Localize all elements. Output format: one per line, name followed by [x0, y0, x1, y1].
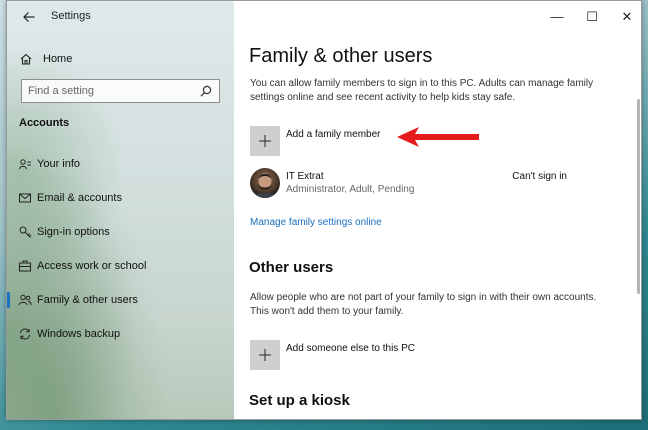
sidebar-item-access-work[interactable]: Access work or school — [7, 252, 234, 280]
sidebar-item-sign-in-options[interactable]: Sign-in options — [7, 218, 234, 246]
person-card-icon — [7, 157, 37, 171]
sidebar-item-windows-backup[interactable]: Windows backup — [7, 320, 234, 348]
envelope-icon — [7, 191, 37, 205]
kiosk-heading: Set up a kiosk — [249, 392, 350, 409]
annotation-arrow-icon — [397, 127, 479, 147]
search-icon[interactable] — [199, 84, 213, 98]
sidebar-item-label: Your info — [37, 158, 81, 170]
maximize-button[interactable]: ☐ — [576, 1, 608, 33]
avatar[interactable] — [250, 168, 280, 198]
people-icon — [7, 293, 37, 307]
family-member-name[interactable]: IT Extrat — [286, 171, 324, 182]
main-content: Family & other users You can allow famil… — [234, 1, 641, 419]
add-someone-else-label[interactable]: Add someone else to this PC — [286, 343, 415, 354]
add-someone-else-button[interactable] — [250, 340, 280, 370]
window-title: Settings — [51, 10, 91, 22]
other-users-heading: Other users — [249, 259, 334, 276]
briefcase-icon — [7, 259, 37, 273]
sidebar-item-label: Access work or school — [37, 260, 147, 272]
home-icon — [20, 53, 32, 65]
back-arrow-icon — [23, 12, 35, 22]
sidebar: Home Find a setting Accounts Your info E… — [7, 1, 234, 419]
minimize-button[interactable]: — — [541, 1, 573, 33]
other-users-description: Allow people who are not part of your fa… — [250, 292, 597, 317]
family-member-detail: Administrator, Adult, Pending — [286, 184, 415, 195]
manage-family-link[interactable]: Manage family settings online — [250, 217, 382, 228]
sidebar-item-email-accounts[interactable]: Email & accounts — [7, 184, 234, 212]
sync-icon — [7, 327, 37, 341]
scrollbar[interactable] — [637, 99, 640, 294]
close-button[interactable]: ✕ — [611, 1, 641, 33]
page-title: Family & other users — [249, 45, 433, 67]
sidebar-item-label: Sign-in options — [37, 226, 110, 238]
sidebar-item-label: Email & accounts — [37, 192, 122, 204]
add-family-member-label[interactable]: Add a family member — [286, 129, 380, 140]
search-input[interactable]: Find a setting — [21, 79, 220, 103]
family-member-status: Can't sign in — [512, 171, 567, 182]
home-label: Home — [43, 53, 73, 65]
add-family-member-button[interactable] — [250, 126, 280, 156]
sidebar-item-family-other-users[interactable]: Family & other users — [7, 286, 234, 314]
family-description: You can allow family members to sign in … — [250, 78, 594, 103]
key-icon — [7, 225, 37, 239]
back-button[interactable] — [13, 5, 45, 29]
sidebar-item-your-info[interactable]: Your info — [7, 150, 234, 178]
title-bar: Settings — ☐ ✕ — [7, 1, 641, 33]
home-nav-item[interactable]: Home — [19, 49, 72, 69]
plus-icon — [259, 349, 271, 361]
section-title-accounts: Accounts — [19, 117, 70, 129]
sidebar-item-label: Windows backup — [37, 328, 121, 340]
search-placeholder: Find a setting — [28, 85, 95, 97]
settings-window: Home Find a setting Accounts Your info E… — [6, 0, 642, 420]
sidebar-item-label: Family & other users — [37, 294, 138, 306]
plus-icon — [259, 135, 271, 147]
